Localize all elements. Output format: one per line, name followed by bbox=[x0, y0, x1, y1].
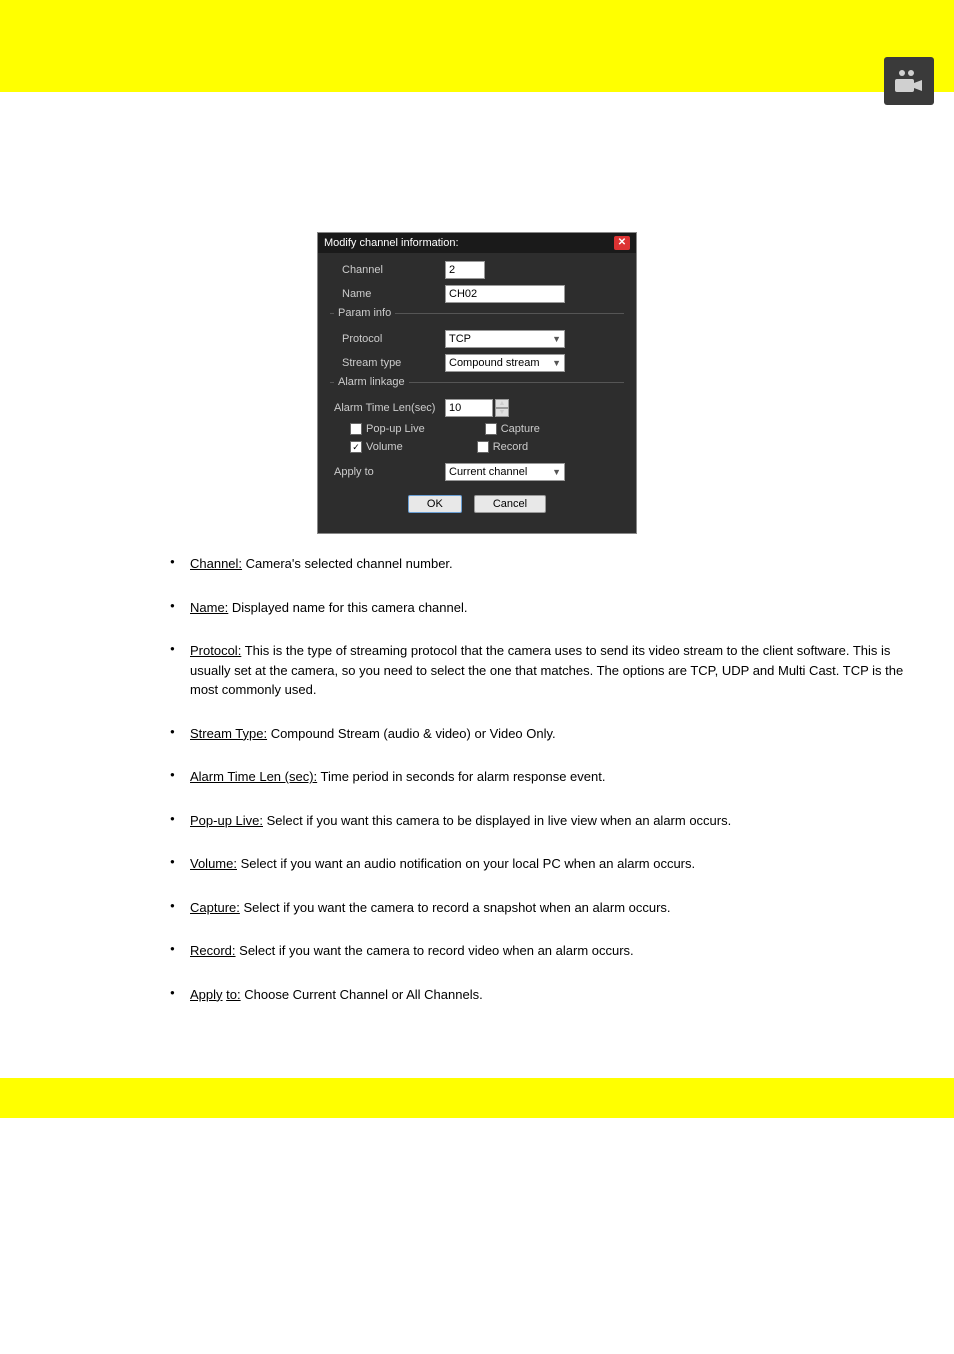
capture-checkbox-item[interactable]: Capture bbox=[485, 423, 540, 435]
desc-protocol: This is the type of streaming protocol t… bbox=[190, 643, 903, 697]
camera-svg-icon bbox=[892, 67, 926, 95]
protocol-value: TCP bbox=[449, 333, 471, 345]
protocol-row: Protocol TCP ▼ bbox=[330, 330, 624, 348]
alarm-linkage-fieldset: Alarm linkage Alarm Time Len(sec) ▲ ▼ bbox=[330, 382, 624, 453]
list-item: Capture: Select if you want the camera t… bbox=[170, 898, 904, 918]
term-alarm-time: Alarm Time Len (sec): bbox=[190, 769, 317, 784]
list-item: Channel: Camera's selected channel numbe… bbox=[170, 554, 904, 574]
protocol-label: Protocol bbox=[330, 333, 445, 345]
record-checkbox-item[interactable]: Record bbox=[477, 441, 528, 453]
term-popup-live: Pop-up Live: bbox=[190, 813, 263, 828]
list-item: Name: Displayed name for this camera cha… bbox=[170, 598, 904, 618]
protocol-select[interactable]: TCP ▼ bbox=[445, 330, 565, 348]
popup-live-checkbox-item[interactable]: Pop-up Live bbox=[350, 423, 425, 435]
channel-input[interactable] bbox=[445, 261, 485, 279]
desc-channel: Camera's selected channel number. bbox=[242, 556, 453, 571]
dialog-body: Channel Name Param info Protocol TCP ▼ bbox=[318, 253, 636, 533]
desc-capture: Select if you want the camera to record … bbox=[240, 900, 671, 915]
stream-type-select[interactable]: Compound stream ▼ bbox=[445, 354, 565, 372]
desc-stream-type: Compound Stream (audio & video) or Video… bbox=[267, 726, 556, 741]
popup-live-label: Pop-up Live bbox=[366, 423, 425, 435]
desc-name: Displayed name for this camera channel. bbox=[228, 600, 467, 615]
chevron-down-icon: ▼ bbox=[552, 334, 561, 344]
name-label: Name bbox=[330, 288, 445, 300]
channel-label: Channel bbox=[330, 264, 445, 276]
alarm-time-label: Alarm Time Len(sec) bbox=[330, 402, 445, 414]
list-item: Pop-up Live: Select if you want this cam… bbox=[170, 811, 904, 831]
cancel-button[interactable]: Cancel bbox=[474, 495, 546, 513]
apply-to-label: Apply to bbox=[330, 466, 445, 478]
volume-checkbox-item[interactable]: ✓ Volume bbox=[350, 441, 403, 453]
desc-record: Select if you want the camera to record … bbox=[236, 943, 634, 958]
stream-type-value: Compound stream bbox=[449, 357, 540, 369]
description-list: Channel: Camera's selected channel numbe… bbox=[50, 554, 904, 1004]
alarm-time-row: Alarm Time Len(sec) ▲ ▼ bbox=[330, 399, 624, 417]
stream-type-label: Stream type bbox=[330, 357, 445, 369]
term-stream-type: Stream Type: bbox=[190, 726, 267, 741]
list-item: Alarm Time Len (sec): Time period in sec… bbox=[170, 767, 904, 787]
term-capture: Capture: bbox=[190, 900, 240, 915]
apply-to-row: Apply to Current channel ▼ bbox=[330, 463, 624, 481]
volume-label: Volume bbox=[366, 441, 403, 453]
dialog-title-bar: Modify channel information: ✕ bbox=[318, 233, 636, 253]
alarm-time-spinner[interactable]: ▲ ▼ bbox=[445, 399, 509, 417]
checkbox-row-1: Pop-up Live Capture bbox=[330, 423, 624, 435]
alarm-linkage-label: Alarm linkage bbox=[334, 376, 409, 388]
desc-popup-live: Select if you want this camera to be dis… bbox=[263, 813, 731, 828]
spinner-buttons: ▲ ▼ bbox=[495, 399, 509, 417]
stream-type-row: Stream type Compound stream ▼ bbox=[330, 354, 624, 372]
bottom-yellow-bar bbox=[0, 1078, 954, 1118]
modify-channel-dialog: Modify channel information: ✕ Channel Na… bbox=[317, 232, 637, 534]
term-protocol: Protocol: bbox=[190, 643, 241, 658]
spinner-down-icon[interactable]: ▼ bbox=[495, 408, 509, 417]
dialog-button-row: OK Cancel bbox=[330, 487, 624, 525]
name-row: Name bbox=[330, 285, 624, 303]
term-apply: Apply bbox=[190, 987, 223, 1002]
chevron-down-icon: ▼ bbox=[552, 467, 561, 477]
capture-checkbox[interactable] bbox=[485, 423, 497, 435]
record-checkbox[interactable] bbox=[477, 441, 489, 453]
list-item: Apply to: Choose Current Channel or All … bbox=[170, 985, 904, 1005]
dialog-container: Modify channel information: ✕ Channel Na… bbox=[50, 232, 904, 534]
alarm-time-input[interactable] bbox=[445, 399, 493, 417]
camera-icon bbox=[884, 57, 934, 105]
list-item: Record: Select if you want the camera to… bbox=[170, 941, 904, 961]
ok-button[interactable]: OK bbox=[408, 495, 462, 513]
param-info-label: Param info bbox=[334, 307, 395, 319]
spinner-up-icon[interactable]: ▲ bbox=[495, 399, 509, 408]
channel-row: Channel bbox=[330, 261, 624, 279]
apply-to-value: Current channel bbox=[449, 466, 527, 478]
list-item: Protocol: This is the type of streaming … bbox=[170, 641, 904, 700]
param-info-fieldset: Param info Protocol TCP ▼ Stream type Co… bbox=[330, 313, 624, 372]
checkbox-row-2: ✓ Volume Record bbox=[330, 441, 624, 453]
popup-live-checkbox[interactable] bbox=[350, 423, 362, 435]
apply-to-select[interactable]: Current channel ▼ bbox=[445, 463, 565, 481]
page-content: Modify channel information: ✕ Channel Na… bbox=[0, 92, 954, 1058]
chevron-down-icon: ▼ bbox=[552, 358, 561, 368]
term-record: Record: bbox=[190, 943, 236, 958]
dialog-title-text: Modify channel information: bbox=[324, 237, 459, 249]
capture-label: Capture bbox=[501, 423, 540, 435]
record-label: Record bbox=[493, 441, 528, 453]
top-yellow-bar bbox=[0, 0, 954, 50]
name-input[interactable] bbox=[445, 285, 565, 303]
close-icon[interactable]: ✕ bbox=[614, 236, 630, 250]
term-apply-to: to: bbox=[226, 987, 240, 1002]
desc-alarm-time: Time period in seconds for alarm respons… bbox=[317, 769, 605, 784]
list-item: Volume: Select if you want an audio noti… bbox=[170, 854, 904, 874]
desc-apply-to: Choose Current Channel or All Channels. bbox=[241, 987, 483, 1002]
list-item: Stream Type: Compound Stream (audio & vi… bbox=[170, 724, 904, 744]
desc-volume: Select if you want an audio notification… bbox=[237, 856, 695, 871]
volume-checkbox[interactable]: ✓ bbox=[350, 441, 362, 453]
term-channel: Channel: bbox=[190, 556, 242, 571]
header-bar bbox=[0, 50, 954, 92]
term-name: Name: bbox=[190, 600, 228, 615]
term-volume: Volume: bbox=[190, 856, 237, 871]
